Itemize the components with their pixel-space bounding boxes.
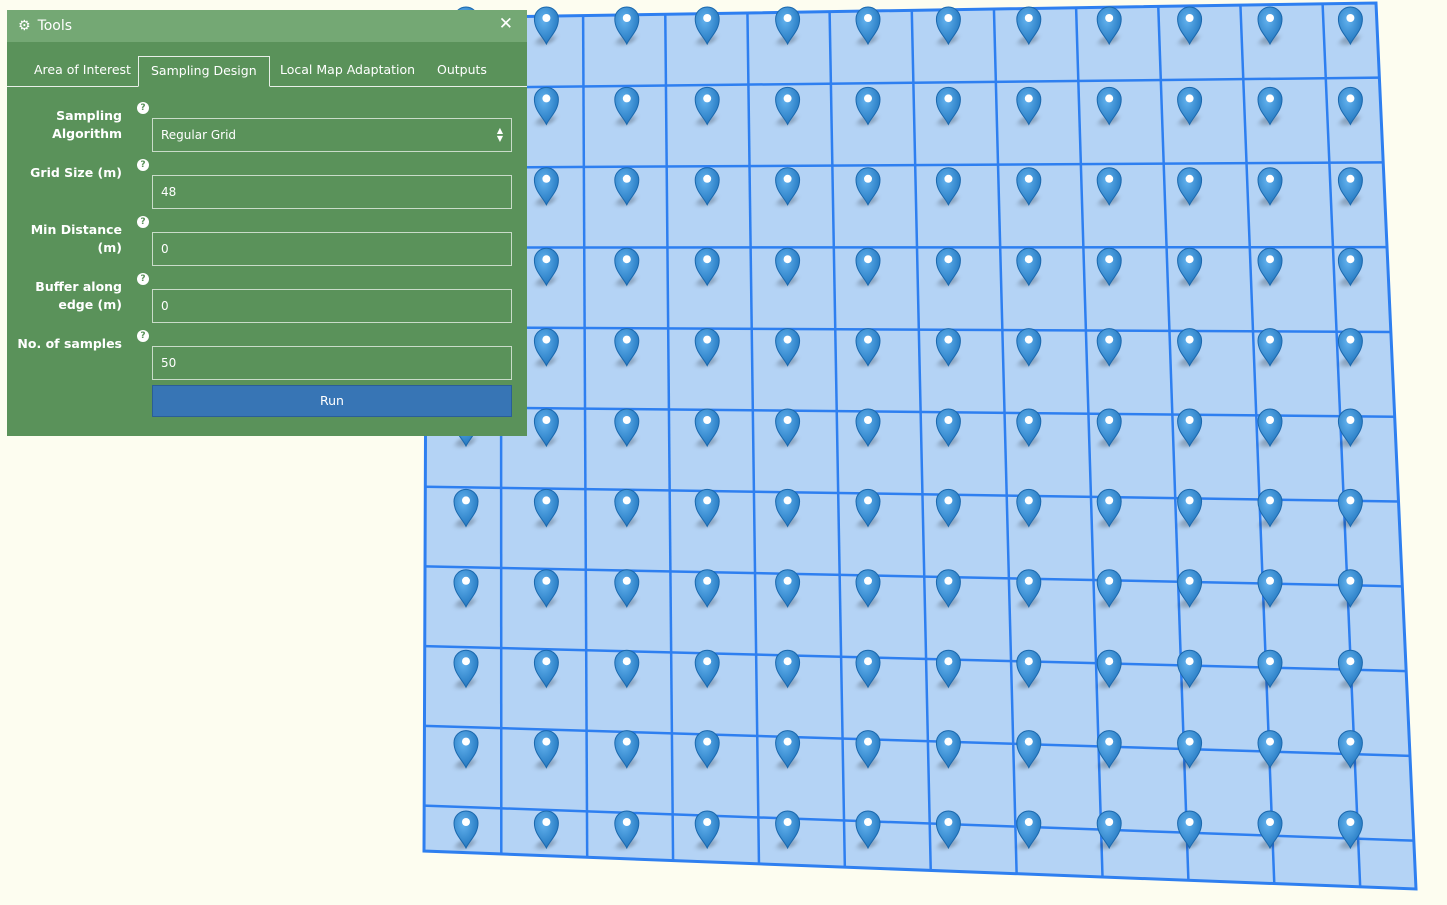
panel-title: Tools bbox=[37, 18, 73, 34]
tab-sampling-design[interactable]: Sampling Design bbox=[138, 56, 270, 87]
algorithm-selected-value: Regular Grid bbox=[161, 128, 237, 142]
buffer-label: Buffer along edge (m) bbox=[12, 278, 122, 314]
min-distance-input[interactable]: 0 bbox=[152, 232, 512, 266]
algorithm-label: Sampling Algorithm bbox=[12, 107, 122, 143]
buffer-input[interactable]: 0 bbox=[152, 289, 512, 323]
gear-icon: ⚙ bbox=[18, 18, 31, 34]
min-distance-label: Min Distance (m) bbox=[12, 221, 122, 257]
min-distance-label-line2: (m) bbox=[97, 240, 122, 255]
help-icon[interactable]: ? bbox=[137, 273, 149, 285]
algorithm-label-line2: Algorithm bbox=[52, 126, 122, 141]
help-icon[interactable]: ? bbox=[137, 159, 149, 171]
tab-outputs[interactable]: Outputs bbox=[437, 56, 487, 86]
run-button[interactable]: Run bbox=[152, 385, 512, 417]
tab-local-map-adaptation[interactable]: Local Map Adaptation bbox=[280, 56, 415, 86]
samples-input[interactable]: 50 bbox=[152, 346, 512, 380]
grid-size-input[interactable]: 48 bbox=[152, 175, 512, 209]
buffer-label-line1: Buffer along bbox=[35, 279, 122, 294]
tools-panel: ⚙ Tools ✕ Area of Interest Sampling Desi… bbox=[7, 10, 527, 436]
close-icon[interactable]: ✕ bbox=[499, 16, 513, 33]
help-icon[interactable]: ? bbox=[137, 102, 149, 114]
help-icon[interactable]: ? bbox=[137, 330, 149, 342]
buffer-label-line2: edge (m) bbox=[58, 297, 122, 312]
select-caret-icon: ▲ ▼ bbox=[496, 126, 503, 143]
min-distance-label-line1: Min Distance bbox=[30, 222, 122, 237]
algorithm-label-line1: Sampling bbox=[56, 108, 122, 123]
tab-area-of-interest[interactable]: Area of Interest bbox=[34, 56, 131, 86]
help-icon[interactable]: ? bbox=[137, 216, 149, 228]
tab-bar: Area of Interest Sampling Design Local M… bbox=[7, 42, 527, 87]
panel-header: ⚙ Tools ✕ bbox=[7, 10, 527, 42]
grid-size-label: Grid Size (m) bbox=[30, 165, 122, 180]
algorithm-select[interactable]: Regular Grid ▲ ▼ bbox=[152, 118, 512, 152]
samples-label: No. of samples bbox=[17, 336, 122, 351]
